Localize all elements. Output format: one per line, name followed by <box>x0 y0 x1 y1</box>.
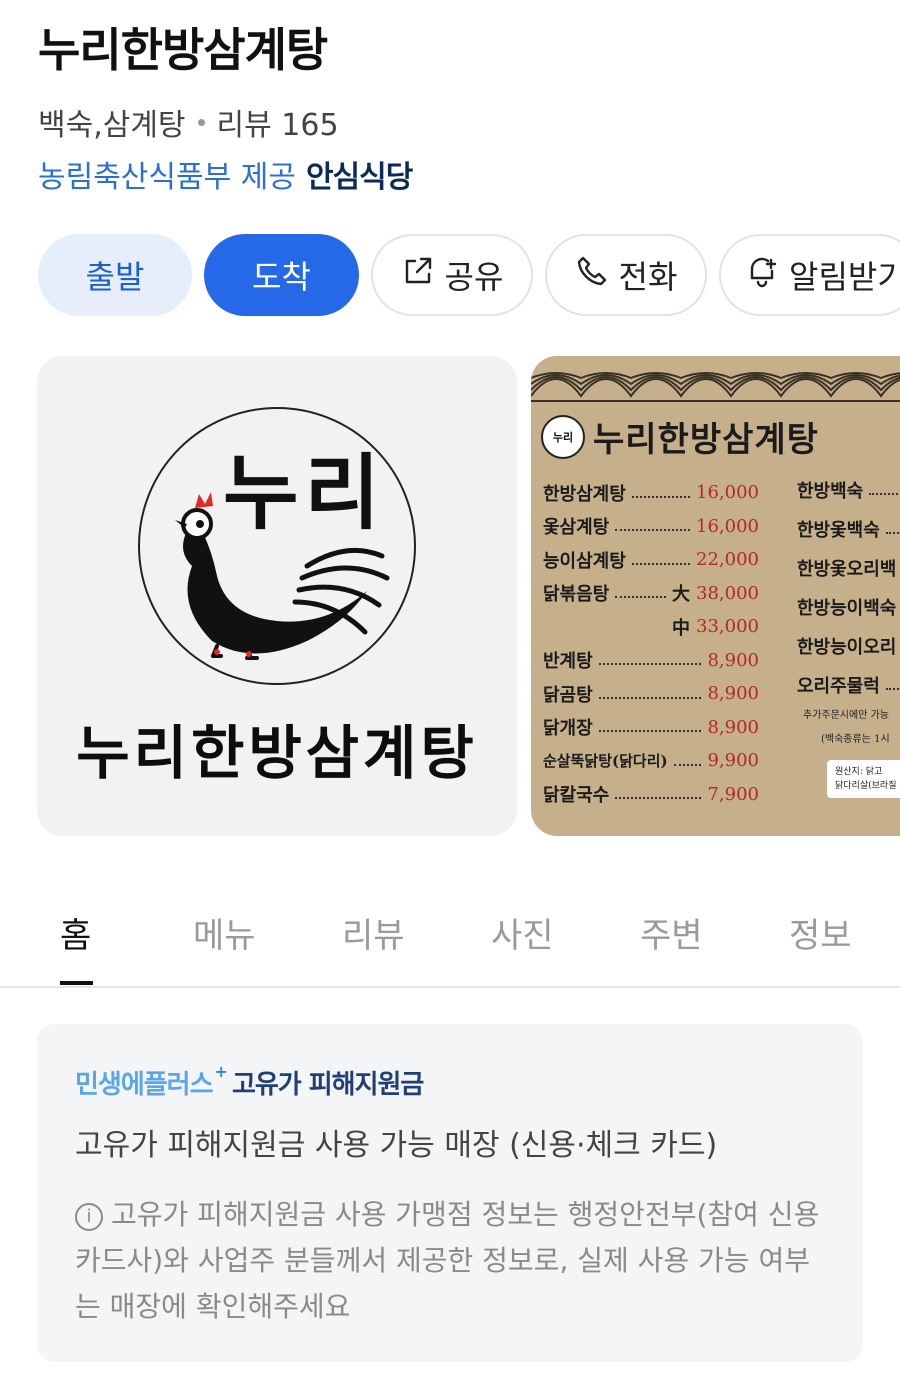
tab-home[interactable]: 홈 <box>60 908 91 957</box>
menu-item-name: 한방삼계탕 <box>543 483 626 505</box>
menu-item-name: 옻삼계탕 <box>543 517 610 539</box>
menu-item: 한방능이오리 <box>797 626 900 665</box>
plus-badge-icon: + <box>214 1062 228 1081</box>
menu-title: 누리한방삼계탕 <box>593 420 819 460</box>
menu-item: 닭개장 8,900 <box>543 711 759 745</box>
menu-badge: 누리 <box>541 414 585 459</box>
menu-item: 닭곰탕 8,900 <box>543 677 759 711</box>
menu-item-name: 순살뚝닭탕(닭다리) <box>543 752 668 771</box>
photo-carousel[interactable]: 누리 누리한방삼계탕 누리 누리한방삼계탕 한방삼계탕 16,000 옻삼계탕 … <box>37 356 900 836</box>
menu-item-price: 33,000 <box>696 616 759 638</box>
menu-item-name: 한방능이백숙 <box>797 597 897 619</box>
logo-top-text: 누리 <box>223 445 386 541</box>
menu-list-right: 한방백숙 한방옻백숙 한방옻오리백 한방능이백숙 한방능이오리 오리주물럭 <box>797 470 900 704</box>
call-label: 전화 <box>618 258 678 296</box>
menu-item-name: 한방백숙 <box>797 480 864 502</box>
active-tab-indicator <box>60 981 93 985</box>
phone-icon <box>575 254 609 296</box>
menu-item-name: 한방옻백숙 <box>797 519 880 541</box>
tab-menu[interactable]: 메뉴 <box>193 908 256 957</box>
menu-item-name: 닭곰탕 <box>543 684 593 706</box>
menu-item-name: 닭볶음탕 <box>543 584 610 606</box>
menu-item-name: 닭칼국수 <box>543 785 610 807</box>
relief-fund-card[interactable]: 민생에플러스 + 고유가 피해지원금 고유가 피해지원금 사용 가능 매장 (신… <box>37 1024 863 1362</box>
menu-list-left: 한방삼계탕 16,000 옻삼계탕 16,000 능이삼계탕 22,000 닭볶… <box>543 476 759 811</box>
cert-brand: 안심식당 <box>305 160 413 195</box>
info-icon: i <box>75 1203 103 1231</box>
menu-item: 한방옻오리백 <box>797 548 900 587</box>
tab-reviews[interactable]: 리뷰 <box>342 908 405 957</box>
depart-label: 출발 <box>85 258 145 296</box>
logo-photo[interactable]: 누리 누리한방삼계탕 <box>37 356 517 836</box>
origin-line: 닭다리살(브라질 <box>835 781 897 791</box>
place-meta: 백숙,삼계탕 리뷰 165 <box>38 100 339 144</box>
origin-label: 원산지: 닭고 닭다리살(브라질 <box>827 760 900 798</box>
menu-item: 한방능이백숙 <box>797 587 900 626</box>
menu-item-price: 7,900 <box>707 783 759 805</box>
alert-button[interactable]: 알림받기 <box>719 234 900 316</box>
safe-restaurant-cert[interactable]: 농림축산식품부 제공 안심식당 <box>38 152 413 196</box>
menu-item-price: 8,900 <box>707 716 759 738</box>
tab-photos[interactable]: 사진 <box>491 908 554 957</box>
menu-item: 한방백숙 <box>797 470 900 509</box>
call-button[interactable]: 전화 <box>545 234 707 316</box>
share-icon <box>401 254 435 296</box>
menu-item: 순살뚝닭탕(닭다리) 9,900 <box>543 744 759 778</box>
review-count-link[interactable]: 리뷰 165 <box>217 100 339 144</box>
bell-plus-icon <box>745 254 779 296</box>
menu-note: 추가주문시에만 가능 <box>803 710 889 721</box>
menu-item-name: 능이삼계탕 <box>543 550 626 572</box>
alert-label: 알림받기 <box>789 258 900 296</box>
relief-fund-availability: 고유가 피해지원금 사용 가능 매장 (신용·체크 카드) <box>75 1128 718 1163</box>
tab-info[interactable]: 정보 <box>789 908 852 957</box>
menu-item-price: 16,000 <box>696 482 759 504</box>
menu-item-name: 한방옻오리백 <box>797 558 897 580</box>
brand-part-1: 민생에플러스 <box>75 1070 214 1100</box>
menu-photo[interactable]: 누리 누리한방삼계탕 한방삼계탕 16,000 옻삼계탕 16,000 능이삼계… <box>531 356 900 836</box>
place-title: 누리한방삼계탕 <box>38 23 328 77</box>
menu-item: 한방옻백숙 <box>797 509 900 548</box>
menu-header: 누리 누리한방삼계탕 <box>541 412 819 461</box>
menu-item: 옻삼계탕 16,000 <box>543 510 759 544</box>
wave-pattern <box>531 356 900 402</box>
arrive-label: 도착 <box>252 258 311 296</box>
brand-part-2: 고유가 피해지원금 <box>231 1070 424 1100</box>
menu-item-price: 16,000 <box>696 515 759 537</box>
menu-item-name: 한방능이오리 <box>797 636 897 658</box>
menu-item-price: 8,900 <box>707 683 759 705</box>
action-buttons: 출발 도착 공유 전화 알림받기 <box>38 234 900 316</box>
relief-fund-disclaimer: i 고유가 피해지원금 사용 가맹점 정보는 행정안전부(참여 신용카드사)와 사… <box>75 1192 835 1330</box>
tab-bar: 홈 메뉴 리뷰 사진 주변 정보 <box>0 896 900 988</box>
menu-item-size: 中 <box>672 617 691 639</box>
place-category: 백숙,삼계탕 <box>38 108 186 143</box>
arrive-button[interactable]: 도착 <box>204 234 359 316</box>
menu-item: 닭칼국수 7,900 <box>543 778 759 812</box>
share-button[interactable]: 공유 <box>371 234 533 316</box>
menu-item: 한방삼계탕 16,000 <box>543 476 759 510</box>
menu-item-price: 8,900 <box>707 649 759 671</box>
cert-provider: 농림축산식품부 제공 <box>38 160 296 195</box>
menu-item-price: 9,900 <box>707 750 759 772</box>
tab-nearby[interactable]: 주변 <box>640 908 703 957</box>
menu-item-size: 大 <box>672 584 691 606</box>
disclaimer-text: 고유가 피해지원금 사용 가맹점 정보는 행정안전부(참여 신용카드사)와 사업… <box>75 1198 820 1323</box>
share-label: 공유 <box>444 258 504 296</box>
menu-item-price: 38,000 <box>696 582 759 604</box>
menu-item: 中 33,000 <box>543 610 759 644</box>
menu-item: 반계탕 8,900 <box>543 644 759 678</box>
menu-item-name: 닭개장 <box>543 718 593 740</box>
separator-dot <box>197 118 205 126</box>
relief-fund-brand: 민생에플러스 + 고유가 피해지원금 <box>75 1062 424 1101</box>
menu-item: 오리주물럭 <box>797 665 900 704</box>
menu-item: 능이삼계탕 22,000 <box>543 543 759 577</box>
menu-item-name: 반계탕 <box>543 651 593 673</box>
origin-line: 원산지: 닭고 <box>835 767 883 777</box>
menu-item: 닭볶음탕 大 38,000 <box>543 577 759 611</box>
logo-name-text: 누리한방삼계탕 <box>76 719 478 787</box>
menu-note: (백숙종류는 1시 <box>821 734 890 745</box>
menu-item-price: 22,000 <box>696 549 759 571</box>
depart-button[interactable]: 출발 <box>38 234 192 316</box>
menu-item-name: 오리주물럭 <box>797 675 880 697</box>
